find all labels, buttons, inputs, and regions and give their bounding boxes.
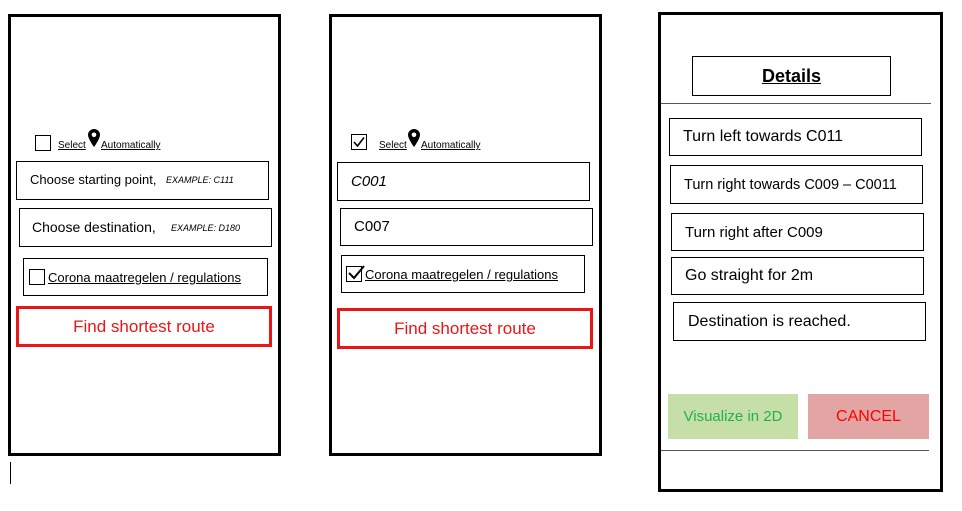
corona-label: Corona maatregelen / regulations [48, 270, 241, 285]
location-pin-icon [88, 129, 100, 147]
starting-point-example: EXAMPLE: C111 [166, 175, 234, 185]
corona-label: Corona maatregelen / regulations [365, 267, 558, 282]
route-step: Turn right after C009 [671, 213, 924, 251]
auto-select-checkbox-checked[interactable] [351, 134, 367, 150]
starting-point-placeholder: Choose starting point, [30, 172, 157, 187]
header-divider [661, 103, 931, 104]
footer-divider [661, 450, 929, 451]
route-step: Destination is reached. [673, 302, 926, 341]
destination-field[interactable]: Choose destination, EXAMPLE: D180 [19, 208, 272, 247]
starting-point-field[interactable]: C001 [337, 162, 590, 201]
auto-select-checkbox[interactable] [35, 135, 51, 151]
details-title: Details [761, 65, 822, 86]
corona-regulations-option[interactable]: Corona maatregelen / regulations [23, 258, 268, 296]
auto-select-automatically-label: Automatically [421, 140, 481, 151]
check-icon [353, 137, 365, 148]
starting-point-field[interactable]: Choose starting point, EXAMPLE: C111 [16, 161, 269, 200]
find-shortest-route-button[interactable]: Find shortest route [337, 308, 593, 349]
starting-point-value: C001 [351, 173, 387, 190]
check-icon [348, 265, 365, 280]
destination-value: C007 [354, 218, 390, 235]
location-pin-icon [408, 129, 420, 147]
visualize-2d-button[interactable]: Visualize in 2D [668, 394, 798, 439]
corona-checkbox-checked[interactable] [346, 265, 365, 282]
details-title-box: Details [692, 56, 891, 96]
auto-select-automatically-label: Automatically [101, 140, 161, 151]
auto-select-label: Select [58, 140, 86, 151]
auto-select-label: Select [379, 140, 407, 151]
route-step: Turn left towards C011 [669, 118, 922, 156]
route-step: Go straight for 2m [671, 257, 924, 295]
corona-regulations-option[interactable]: Corona maatregelen / regulations [341, 255, 585, 293]
cancel-button[interactable]: CANCEL [808, 394, 929, 439]
corona-checkbox[interactable] [29, 269, 45, 285]
route-step: Turn right towards C009 – C0011 [670, 165, 923, 204]
find-shortest-route-button[interactable]: Find shortest route [16, 306, 272, 347]
destination-placeholder: Choose destination, [32, 219, 156, 235]
destination-field[interactable]: C007 [340, 208, 593, 246]
destination-example: EXAMPLE: D180 [171, 223, 241, 233]
text-cursor [10, 462, 11, 484]
